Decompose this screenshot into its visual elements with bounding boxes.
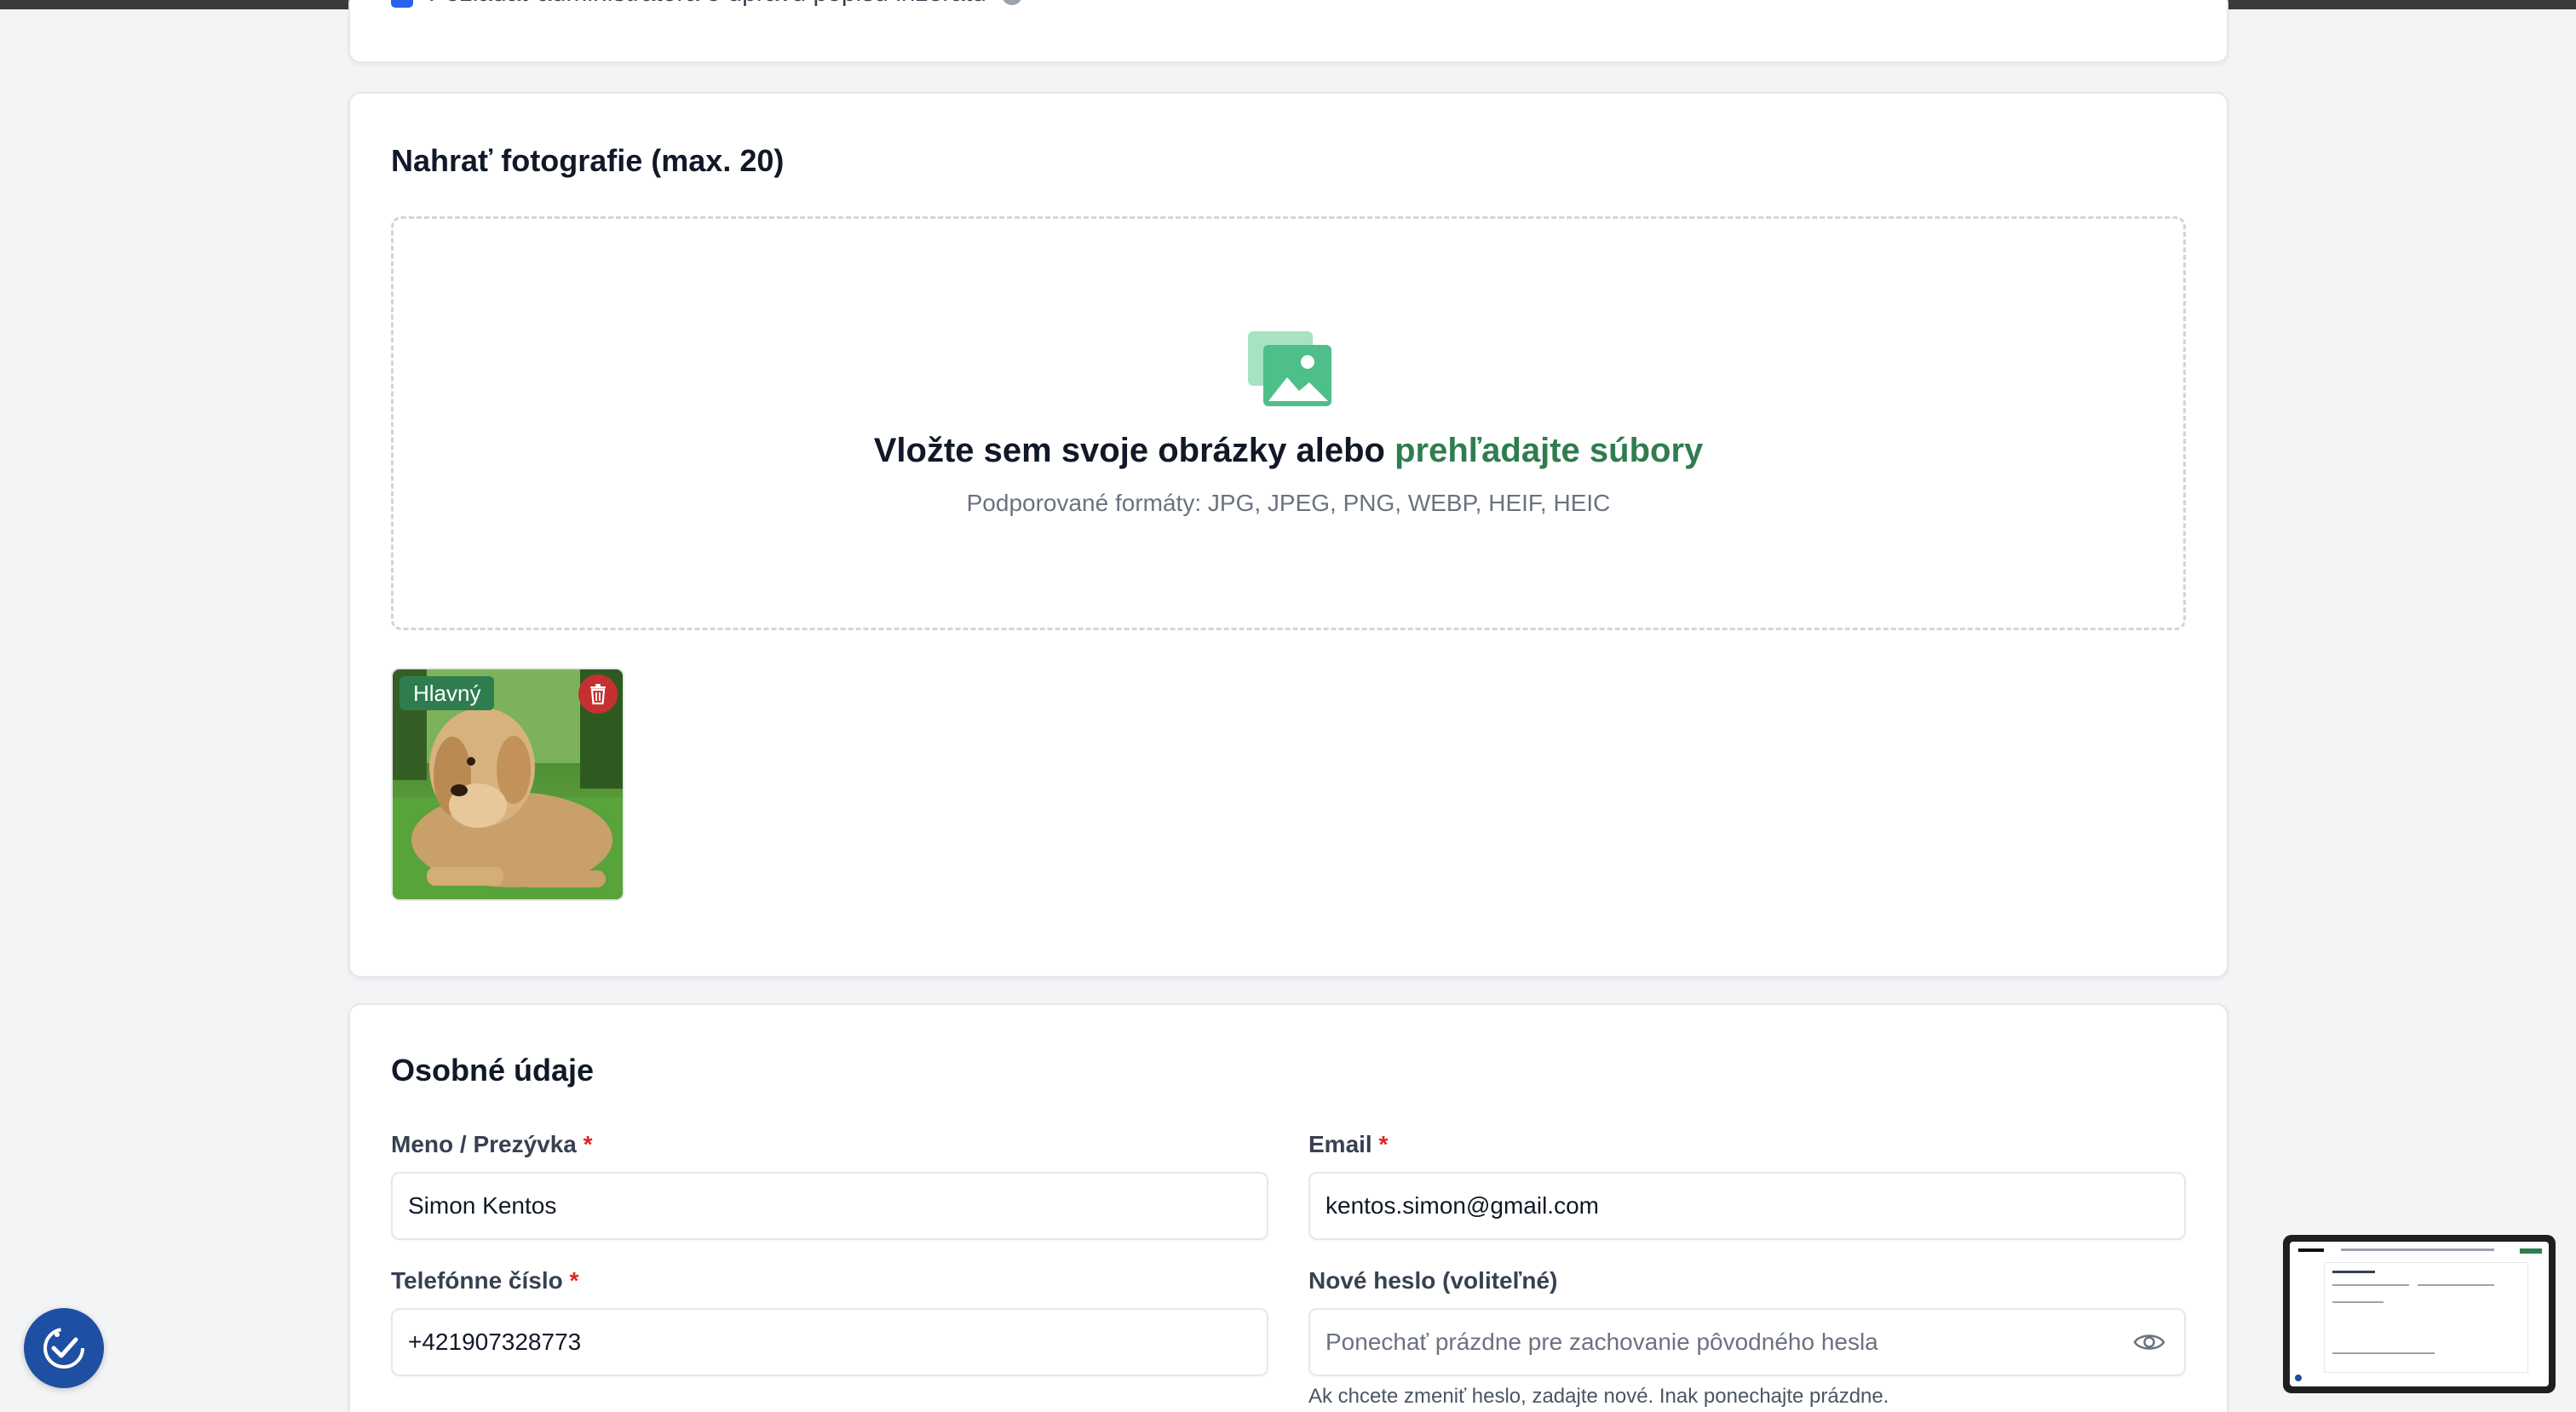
admin-request-label: Požiadať administrátora o úpravu popisu … — [428, 0, 986, 8]
phone-input[interactable] — [391, 1308, 1268, 1376]
email-label-text: Email — [1308, 1131, 1372, 1157]
dropzone-text: Vložte sem svoje obrázky alebo — [873, 432, 1385, 469]
eye-icon — [2133, 1335, 2165, 1350]
images-icon — [1248, 331, 1331, 406]
personal-section-title: Osobné údaje — [391, 1053, 595, 1088]
info-icon[interactable] — [1001, 0, 1022, 5]
password-input[interactable] — [1308, 1308, 2186, 1376]
phone-label-text: Telefónne číslo — [391, 1267, 563, 1294]
photos-section-title: Nahrať fotografie (max. 20) — [391, 143, 785, 178]
browse-files-link[interactable]: prehľadajte súbory — [1394, 432, 1703, 469]
screen-preview-thumbnail[interactable] — [2283, 1235, 2556, 1393]
accessibility-button[interactable] — [24, 1308, 104, 1388]
email-input[interactable] — [1308, 1172, 2186, 1240]
trash-icon — [590, 684, 606, 705]
password-hint: Ak chcete zmeniť heslo, zadajte nové. In… — [1308, 1385, 1889, 1408]
dropzone-title: Vložte sem svoje obrázky alebo prehľadaj… — [394, 432, 2183, 470]
phone-label: Telefónne číslo * — [391, 1267, 578, 1294]
supported-formats-text: Podporované formáty: JPG, JPEG, PNG, WEB… — [966, 490, 1611, 516]
previous-section-card: Požiadať administrátora o úpravu popisu … — [348, 0, 2228, 63]
name-input[interactable] — [391, 1172, 1268, 1240]
delete-photo-button[interactable] — [578, 674, 618, 714]
main-photo-badge: Hlavný — [400, 676, 495, 710]
accessibility-check-icon — [43, 1328, 84, 1369]
required-mark: * — [1378, 1131, 1389, 1157]
photo-thumbnail[interactable]: Hlavný — [391, 668, 624, 901]
required-mark: * — [569, 1267, 579, 1294]
admin-request-row: Požiadať administrátora o úpravu popisu … — [391, 0, 1022, 12]
name-label: Meno / Prezývka * — [391, 1131, 593, 1158]
email-label: Email * — [1308, 1131, 1388, 1158]
password-label: Nové heslo (voliteľné) — [1308, 1267, 1558, 1294]
personal-info-card: Osobné údaje Meno / Prezývka * Email * T… — [348, 1003, 2228, 1412]
screen-preview-content — [2290, 1242, 2549, 1386]
name-label-text: Meno / Prezývka — [391, 1131, 577, 1157]
required-mark: * — [583, 1131, 593, 1157]
admin-request-checkbox[interactable] — [391, 0, 413, 8]
show-password-button[interactable] — [2130, 1323, 2168, 1361]
photo-dropzone[interactable]: Vložte sem svoje obrázky alebo prehľadaj… — [391, 216, 2186, 630]
photos-section-card: Nahrať fotografie (max. 20) Vložte sem s… — [348, 92, 2228, 978]
